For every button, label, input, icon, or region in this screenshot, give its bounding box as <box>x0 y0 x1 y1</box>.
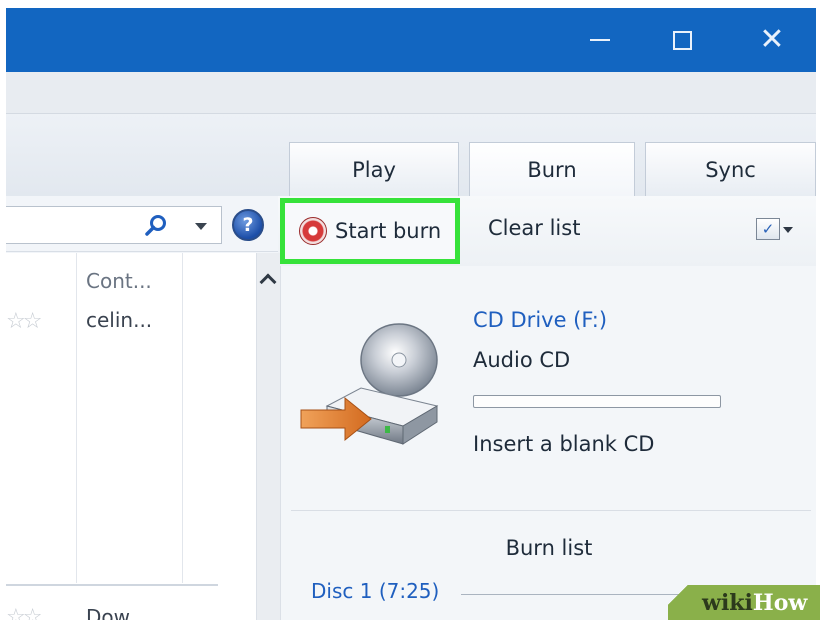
start-burn-label: Start burn <box>335 219 442 243</box>
minimize-icon <box>590 39 610 41</box>
burn-list-title: Burn list <box>505 536 593 560</box>
title-bar: ✕ <box>6 8 816 72</box>
table-cell-partial[interactable]: Dow... <box>86 605 147 620</box>
burn-toolbar: Start burn Clear list ✓ <box>278 196 816 266</box>
disc-1-label[interactable]: Disc 1 (7:25) <box>311 579 439 603</box>
burn-disc-icon <box>299 217 327 245</box>
watermark-how: How <box>752 589 808 616</box>
help-icon[interactable]: ? <box>232 209 264 241</box>
cd-drive-icon <box>300 323 439 445</box>
library-scrollbar[interactable] <box>256 253 280 620</box>
tab-play[interactable]: Play <box>289 142 459 196</box>
scroll-up-arrow-icon[interactable] <box>261 273 275 287</box>
close-icon: ✕ <box>759 22 785 57</box>
magnifier-icon[interactable] <box>143 213 169 239</box>
start-burn-button[interactable]: Start burn <box>280 198 460 264</box>
burn-pane: CD Drive (F:) Audio CD Insert a blank CD… <box>280 266 816 620</box>
library-toolbar: ? <box>6 196 278 252</box>
tab-band: Play Burn Sync <box>6 114 816 196</box>
wikihow-watermark: wiki How <box>668 585 820 620</box>
column-divider <box>76 253 77 583</box>
column-header-contributing-artist[interactable]: Cont... <box>86 269 152 293</box>
close-button[interactable]: ✕ <box>736 8 808 72</box>
table-cell-artist[interactable]: celin... <box>86 308 152 332</box>
burn-status-text: Insert a blank CD <box>473 432 655 456</box>
star-rating-icon[interactable]: ☆☆ <box>6 309 42 334</box>
watermark-wiki: wiki <box>702 589 753 616</box>
burn-progress-bar <box>473 395 721 408</box>
search-dropdown-arrow[interactable] <box>195 223 207 230</box>
maximize-button[interactable] <box>646 8 718 72</box>
search-input[interactable] <box>6 206 222 244</box>
column-divider <box>182 253 183 583</box>
minimize-button[interactable] <box>564 8 636 72</box>
list-options-icon[interactable]: ✓ <box>756 218 780 240</box>
tab-burn[interactable]: Burn <box>469 142 635 196</box>
maximize-icon <box>672 30 692 50</box>
pane-divider <box>291 510 811 511</box>
cd-drive-name-link[interactable]: CD Drive (F:) <box>473 308 607 332</box>
help-glyph: ? <box>242 214 254 236</box>
library-list: Cont... ☆☆ celin... ☆☆ Dow... <box>6 253 256 620</box>
menu-bar <box>6 72 816 114</box>
star-rating-icon[interactable]: ☆☆ <box>6 605 42 620</box>
clear-list-button[interactable]: Clear list <box>488 216 580 240</box>
media-player-window: ✕ Play Burn Sync ? Start burn Clear list… <box>6 8 816 620</box>
disc-type-label: Audio CD <box>473 348 571 372</box>
list-options-dropdown-arrow[interactable] <box>783 227 793 233</box>
group-divider <box>6 584 218 586</box>
tab-sync[interactable]: Sync <box>645 142 816 196</box>
